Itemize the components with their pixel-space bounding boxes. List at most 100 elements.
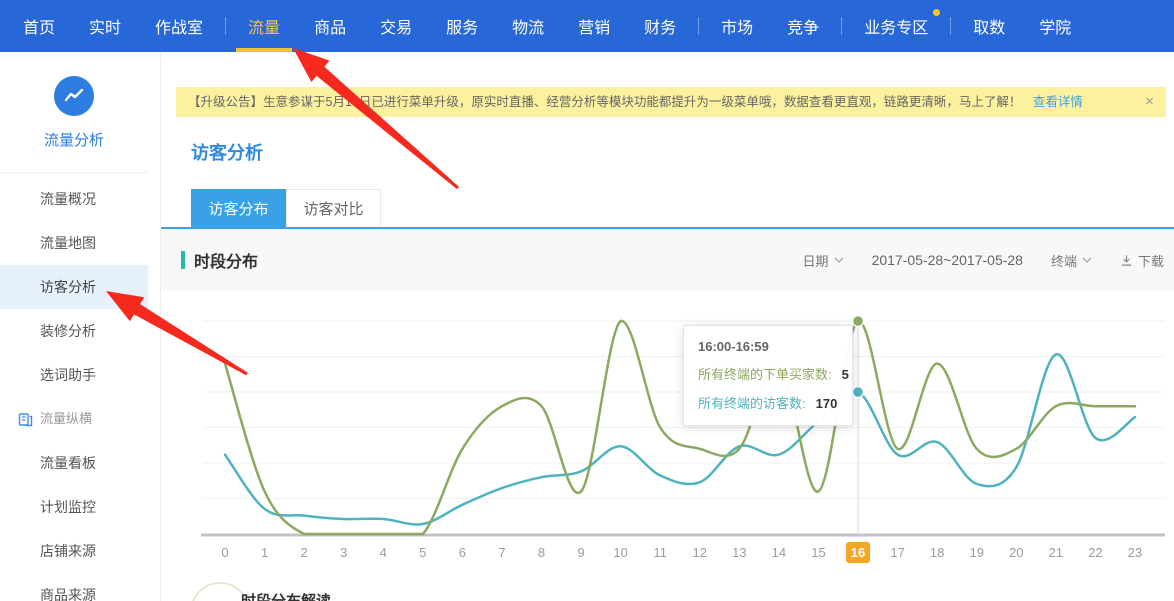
sidebar-item-label: 流量纵横 [40,397,92,441]
tooltip-visitors-label: 所有终端的访客数: [698,396,806,411]
x-tick[interactable]: 9 [577,545,584,560]
nav-item[interactable]: 取数 [956,0,1022,52]
date-range-picker[interactable]: 2017-05-28~2017-05-28 [872,252,1023,268]
page-title: 访客分析 [191,139,1174,165]
sidebar-item[interactable]: 商品来源 [0,573,148,601]
nav-item[interactable]: 作战室 [138,0,220,52]
download-label: 下载 [1138,251,1164,270]
tooltip-visitors-value: 170 [816,396,838,411]
selected-point-visitors [853,387,864,398]
sidebar-item[interactable]: 店铺来源 [0,529,148,573]
sidebar-item-label: 流量看板 [40,455,96,471]
section-controls: 日期 2017-05-28~2017-05-28 终端 下载 [803,251,1164,270]
tab-visitor-distribution[interactable]: 访客分布 [191,189,286,227]
x-tick[interactable]: 6 [459,545,466,560]
sidebar-item[interactable]: 流量概况 [0,177,148,221]
chart-tooltip: 16:00-16:59 所有终端的下单买家数:5 所有终端的访客数:170 [683,325,853,426]
nav-item[interactable]: 服务 [429,0,495,52]
selected-point-buyers [853,316,864,327]
sidebar-item[interactable]: 装修分析 [0,309,148,353]
x-tick[interactable]: 2 [301,545,308,560]
x-tick[interactable]: 5 [419,545,426,560]
terminal-dropdown[interactable]: 终端 [1051,251,1092,270]
date-dropdown[interactable]: 日期 [803,251,844,270]
sidebar-item-label: 装修分析 [40,323,96,339]
nav-item[interactable]: 物流 [495,0,561,52]
sidebar-header: 流量分析 [0,52,148,173]
x-tick[interactable]: 4 [380,545,387,560]
nav-item[interactable]: 财务 [627,0,693,52]
nav-item[interactable]: 首页 [6,0,72,52]
nav-item[interactable]: 流量 [231,0,297,52]
nav-item[interactable]: 交易 [363,0,429,52]
sidebar-item-label: 计划监控 [40,499,96,515]
notice-banner: 【升级公告】生意参谋于5月16日已进行菜单升级，原实时直播、经营分析等模块功能都… [176,87,1166,117]
nav-item[interactable]: 实时 [72,0,138,52]
x-tick[interactable]: 8 [538,545,545,560]
x-tick[interactable]: 1 [261,545,268,560]
tooltip-row-buyers: 所有终端的下单买家数:5 [698,364,838,383]
section-header: 时段分布 日期 2017-05-28~2017-05-28 终端 [161,229,1174,291]
x-tick[interactable]: 12 [693,545,707,560]
chart-canvas[interactable]: 01234567891011121314151617181920212223 [161,291,1174,576]
close-icon[interactable]: × [1145,87,1154,117]
banner-text: 【升级公告】生意参谋于5月16日已进行菜单升级，原实时直播、经营分析等模块功能都… [188,95,1021,109]
x-tick[interactable]: 3 [340,545,347,560]
nav-item[interactable]: 商品 [297,0,363,52]
sidebar-item-label: 店铺来源 [40,543,96,559]
x-tick[interactable]: 19 [970,545,984,560]
x-tick[interactable]: 13 [732,545,746,560]
tab-visitor-compare[interactable]: 访客对比 [286,189,381,227]
sidebar-item[interactable]: 选词助手 [0,353,148,397]
tab-bar: 访客分布 访客对比 [191,189,1174,227]
chevron-down-icon [834,257,844,263]
app-window: 首页实时作战室流量商品交易服务物流营销财务市场竞争业务专区取数学院 流量分析 流… [0,0,1174,601]
x-tick[interactable]: 15 [811,545,825,560]
x-tick[interactable]: 11 [653,545,667,560]
nav-items: 首页实时作战室流量商品交易服务物流营销财务市场竞争业务专区取数学院 [6,0,1088,52]
date-dropdown-label: 日期 [803,251,829,270]
sidebar-item-label: 商品来源 [40,587,96,601]
section-marker [181,251,185,269]
x-tick[interactable]: 20 [1009,545,1023,560]
sidebar-menu: 流量概况流量地图访客分析装修分析选词助手流量纵横流量看板计划监控店铺来源商品来源 [0,173,148,601]
x-tick[interactable]: 14 [772,545,786,560]
sidebar-item[interactable]: 计划监控 [0,485,148,529]
nav-item[interactable]: 业务专区 [847,0,945,52]
nav-item[interactable]: 竞争 [770,0,836,52]
chevron-down-icon [1082,257,1092,263]
data-grid-icon [18,412,33,427]
x-tick[interactable]: 0 [221,545,228,560]
hourly-distribution-chart: 01234567891011121314151617181920212223 1… [161,291,1174,576]
nav-item[interactable]: 营销 [561,0,627,52]
sidebar-item[interactable]: 流量看板 [0,441,148,485]
x-tick[interactable]: 22 [1088,545,1102,560]
nav-item[interactable]: 学院 [1022,0,1088,52]
sidebar: 流量分析 流量概况流量地图访客分析装修分析选词助手流量纵横流量看板计划监控店铺来… [0,52,148,601]
sidebar-item[interactable]: 流量地图 [0,221,148,265]
notification-dot-icon [933,9,940,16]
sidebar-item-label: 选词助手 [40,367,96,383]
main-content: 【升级公告】生意参谋于5月16日已进行菜单升级，原实时直播、经营分析等模块功能都… [160,52,1174,601]
sidebar-group-item[interactable]: 流量纵横 [0,397,148,441]
x-tick-highlighted[interactable]: 16 [851,545,865,560]
nav-item[interactable]: 市场 [704,0,770,52]
download-button[interactable]: 下载 [1120,251,1164,270]
line-chart-icon [54,76,94,116]
x-tick[interactable]: 17 [890,545,904,560]
nav-divider [950,17,951,35]
x-tick[interactable]: 21 [1049,545,1063,560]
x-tick[interactable]: 10 [613,545,627,560]
nav-divider [225,17,226,35]
sidebar-item[interactable]: 访客分析 [0,265,148,309]
sidebar-header-label: 流量分析 [0,129,148,150]
download-icon [1120,254,1133,267]
tooltip-buyers-value: 5 [842,367,849,382]
x-tick[interactable]: 7 [498,545,505,560]
tooltip-buyers-label: 所有终端的下单买家数: [698,367,832,382]
nav-divider [698,17,699,35]
sidebar-item-label: 流量概况 [40,191,96,207]
x-tick[interactable]: 18 [930,545,944,560]
banner-link[interactable]: 查看详情 [1033,95,1083,109]
x-tick[interactable]: 23 [1128,545,1142,560]
